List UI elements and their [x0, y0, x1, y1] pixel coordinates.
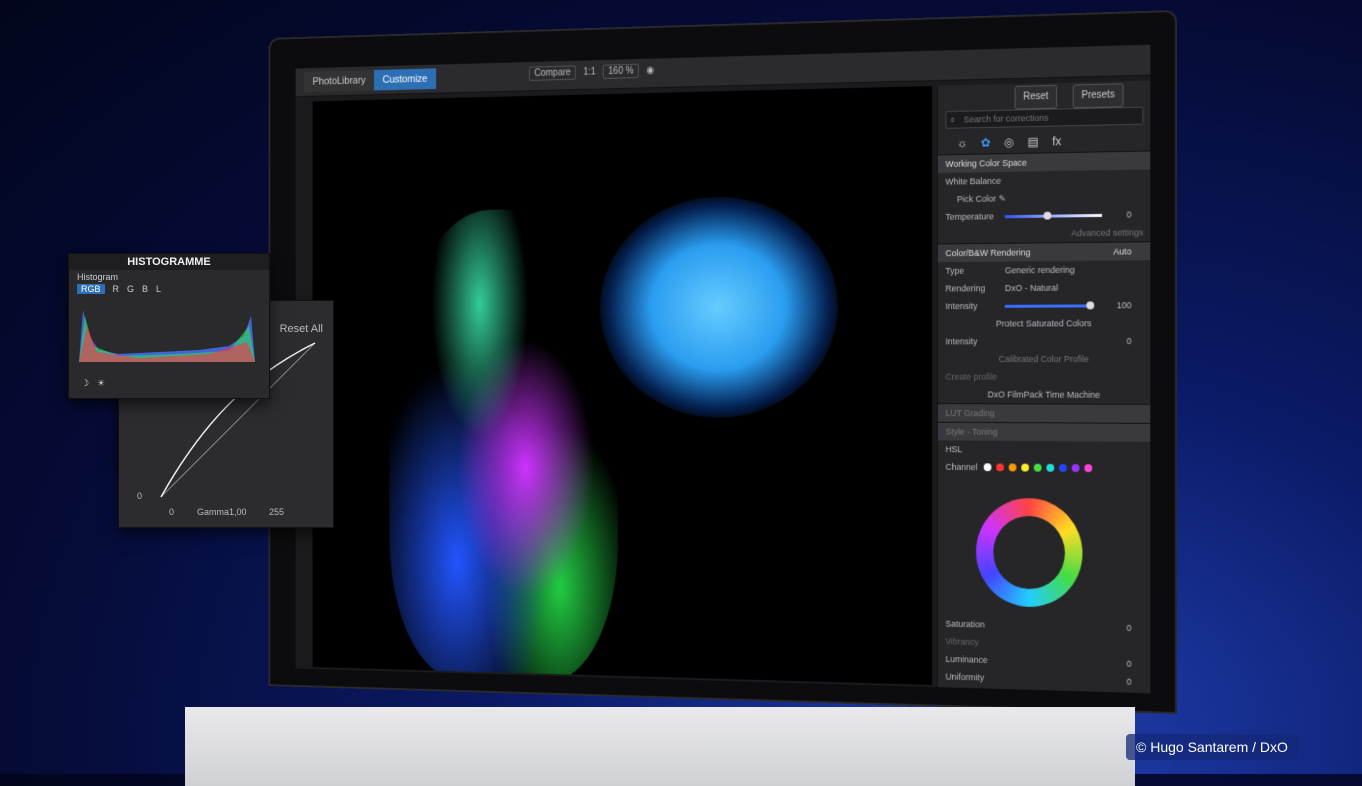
search-input[interactable]: ⌕ Search for corrections [945, 106, 1144, 129]
channel-dot[interactable] [1083, 464, 1092, 473]
temperature-value[interactable]: 0 [1127, 206, 1132, 224]
auto-button[interactable]: Auto [1113, 242, 1131, 260]
eyedropper-icon[interactable]: ✎ [999, 194, 1006, 204]
luminance-value[interactable]: 0 [1127, 655, 1132, 673]
light-icon[interactable]: ☼ [957, 136, 968, 150]
geometry-icon[interactable]: ▤ [1028, 135, 1039, 149]
curve-min-output[interactable]: 0 [137, 491, 142, 501]
channel-label: Channel [945, 461, 978, 473]
effects-icon[interactable]: fx [1052, 134, 1061, 148]
calibrated-color-profile-label: Calibrated Color Profile [998, 354, 1089, 364]
pick-color-label: Pick Color [956, 193, 997, 205]
protect-intensity-value[interactable]: 0 [1127, 332, 1132, 350]
search-icon: ⌕ [950, 114, 956, 125]
photo-subject [389, 207, 619, 684]
channel-dot[interactable] [1020, 463, 1029, 472]
uniformity-label: Uniformity [945, 671, 985, 683]
highlight-clip-icon[interactable]: ☀ [97, 378, 105, 389]
intensity-label: Intensity [945, 301, 978, 312]
intensity-slider[interactable] [1004, 301, 1095, 310]
histogram-window: HISTOGRAMME Histogram RGB R G B L ☽ ☀ [68, 253, 270, 399]
photo-smoke-cloud [600, 195, 838, 419]
channel-dot[interactable] [1045, 463, 1054, 472]
shadow-clip-icon[interactable]: ☽ [81, 378, 89, 389]
curve-min-input[interactable]: 0 [169, 507, 174, 517]
app-window: PhotoLibrary Customize Compare 1:1 160 %… [295, 44, 1151, 694]
monitor-bezel: PhotoLibrary Customize Compare 1:1 160 %… [270, 12, 1175, 712]
filmpack-button[interactable]: DxO FilmPack Time Machine [938, 386, 1150, 404]
channel-dot[interactable] [983, 463, 991, 472]
rendering-select[interactable]: DxO - Natural [1005, 279, 1058, 297]
section-color-bw-rendering[interactable]: Color/B&W Rendering [945, 247, 1030, 258]
toolbar: Compare 1:1 160 % ◉ [528, 63, 654, 81]
histogram-tab-g[interactable]: G [127, 284, 134, 294]
tab-photolibrary[interactable]: PhotoLibrary [304, 70, 375, 93]
protect-intensity-label: Intensity [945, 336, 978, 347]
eye-icon[interactable]: ◉ [646, 65, 654, 76]
temperature-label: Temperature [945, 211, 994, 222]
create-profile-button[interactable]: Create profile [938, 368, 1150, 386]
search-placeholder: Search for corrections [963, 112, 1049, 125]
color-wheel[interactable] [976, 497, 1083, 608]
histogram-window-title: HISTOGRAMME [69, 254, 269, 270]
channel-dot[interactable] [1071, 464, 1080, 473]
luminance-label: Luminance [945, 654, 988, 665]
type-select[interactable]: Generic rendering [1005, 261, 1075, 279]
channel-dot[interactable] [1033, 463, 1042, 472]
channel-selector[interactable] [983, 463, 1092, 473]
channel-dot[interactable] [1058, 463, 1067, 472]
section-lut-grading[interactable]: LUT Grading [937, 403, 1151, 423]
type-label: Type [945, 265, 965, 276]
uniformity-value[interactable]: 0 [1127, 673, 1132, 691]
histogram-tab-r[interactable]: R [113, 284, 120, 294]
saturation-value[interactable]: 0 [1127, 619, 1132, 637]
rendering-label: Rendering [945, 283, 986, 294]
tab-customize[interactable]: Customize [373, 68, 437, 91]
gamma-label: Gamma [197, 507, 230, 517]
section-style-toning[interactable]: Style - Toning [937, 421, 1151, 442]
monitor-chin [185, 707, 1135, 786]
temperature-slider-knob[interactable] [1043, 211, 1052, 220]
color-icon[interactable]: ✿ [981, 136, 991, 150]
histogram-tab-l[interactable]: L [156, 284, 161, 294]
temperature-slider[interactable] [1004, 211, 1103, 220]
reset-button[interactable]: Reset [1014, 84, 1058, 110]
saturation-label: Saturation [945, 618, 985, 630]
histogram-channel-tabs: RGB R G B L [69, 284, 269, 294]
compare-button[interactable]: Compare [528, 65, 577, 81]
channel-dot[interactable] [1008, 463, 1016, 472]
corrections-panel: Reset Presets ⌕ Search for corrections ☼… [936, 80, 1151, 694]
photo-viewer[interactable] [312, 86, 933, 685]
intensity-value[interactable]: 100 [1117, 296, 1132, 314]
histogram-tab-rgb[interactable]: RGB [77, 284, 105, 294]
section-hsl[interactable]: HSL [938, 440, 1150, 459]
curve-max-output[interactable]: 255 [269, 507, 284, 517]
channel-dot[interactable] [995, 463, 1004, 472]
gamma-value[interactable]: 1,00 [229, 507, 247, 517]
protect-saturated-colors-label: Protect Saturated Colors [995, 318, 1092, 329]
histogram-graph [79, 310, 255, 362]
advanced-settings-link[interactable]: Advanced settings [938, 223, 1150, 243]
presets-button[interactable]: Presets [1072, 83, 1124, 109]
zoom-select[interactable]: 160 % [602, 63, 640, 79]
intensity-slider-knob[interactable] [1086, 301, 1095, 310]
histogram-tab-b[interactable]: B [142, 284, 148, 294]
detail-icon[interactable]: ◎ [1004, 135, 1014, 149]
photo-credit: © Hugo Santarem / DxO [1126, 734, 1298, 760]
histogram-panel-title: Histogram [77, 272, 119, 282]
ratio-button[interactable]: 1:1 [583, 67, 595, 78]
